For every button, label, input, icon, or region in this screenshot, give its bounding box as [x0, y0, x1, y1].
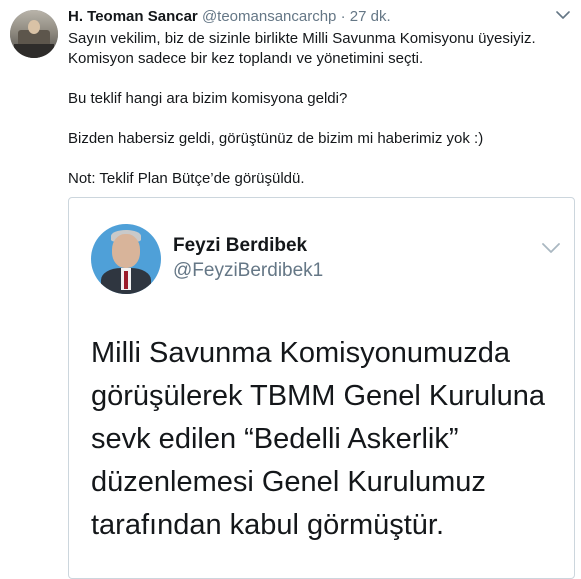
tweet-text: Sayın vekilim, biz de sizinle birlikte M…: [68, 29, 573, 189]
tweet-header: H. Teoman Sancar @teomansancarchp · 27 d…: [68, 7, 391, 27]
quoted-tweet-text: Milli Savunma Komisyonumuzda görüşülerek…: [91, 337, 546, 541]
chevron-down-icon[interactable]: [556, 10, 570, 20]
tweet-paragraph: Bizden habersiz geldi, görüştünüz de biz…: [68, 130, 484, 147]
avatar-head: [28, 20, 40, 34]
chevron-down-icon[interactable]: [542, 242, 560, 254]
tweet-paragraph: Sayın vekilim, biz de sizinle birlikte M…: [68, 30, 536, 67]
author-handle[interactable]: @teomansancarchp: [202, 8, 336, 25]
tweet-timestamp[interactable]: 27 dk.: [350, 8, 391, 25]
separator-dot: ·: [340, 8, 346, 25]
quoted-author-handle[interactable]: @FeyziBerdibek1: [173, 260, 323, 282]
avatar-foreground: [14, 44, 54, 58]
avatar[interactable]: [10, 10, 58, 58]
quoted-avatar-face: [112, 234, 140, 268]
quoted-avatar-tie: [124, 271, 128, 289]
quoted-tweet-card[interactable]: Feyzi Berdibek @FeyziBerdibek1 Milli Sav…: [68, 197, 575, 579]
author-name[interactable]: H. Teoman Sancar: [68, 8, 198, 25]
tweet-paragraph: Not: Teklif Plan Bütçe’de görüşüldü.: [68, 170, 305, 187]
quoted-avatar[interactable]: [91, 224, 161, 294]
tweet-paragraph: Bu teklif hangi ara bizim komisyona geld…: [68, 90, 348, 107]
quoted-author-name[interactable]: Feyzi Berdibek: [173, 235, 307, 257]
